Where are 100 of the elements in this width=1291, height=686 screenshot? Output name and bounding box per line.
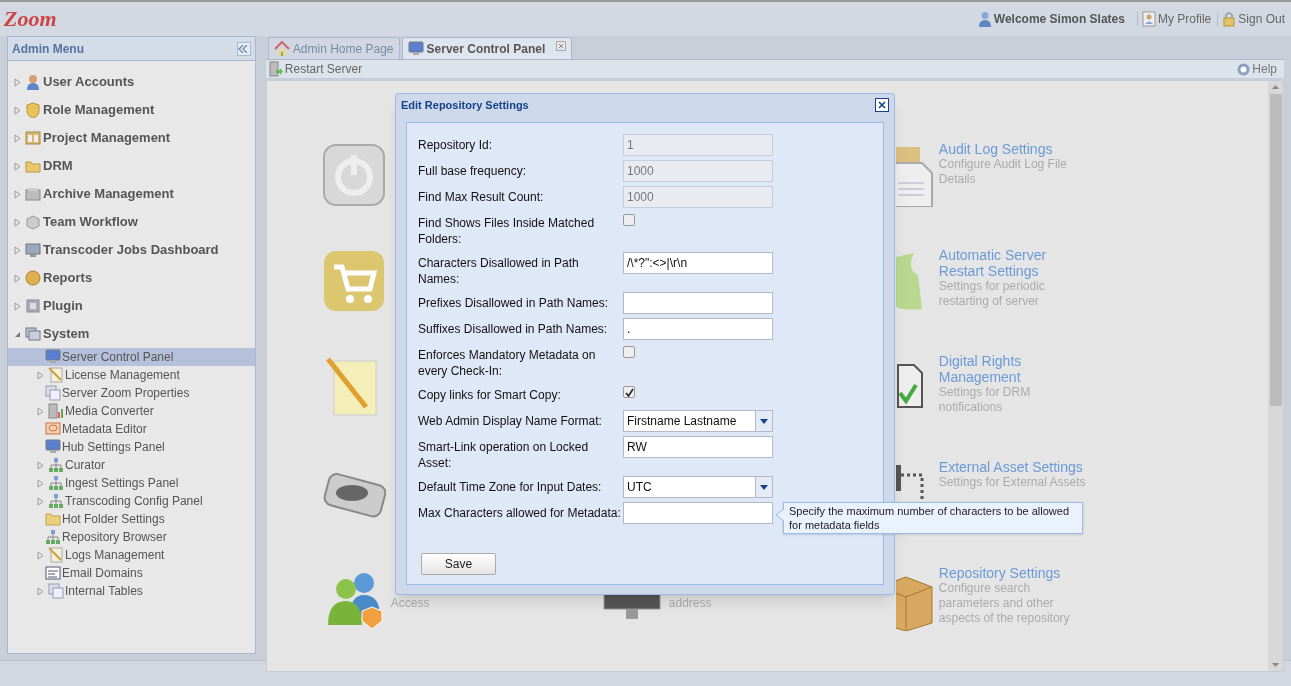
- collapse-button[interactable]: [236, 41, 251, 56]
- restart-button[interactable]: Restart Server: [268, 60, 363, 78]
- tree-label: DRM: [43, 157, 73, 176]
- tree-item[interactable]: Internal Tables: [8, 582, 255, 600]
- tree-item[interactable]: Server Zoom Properties: [8, 384, 255, 402]
- field-label: Max Characters allowed for Metadata:: [418, 505, 622, 522]
- tree-item[interactable]: Hub Settings Panel: [8, 438, 255, 456]
- tree-item[interactable]: Transcoding Config Panel: [8, 492, 255, 510]
- expand-arrow-icon: [13, 161, 22, 171]
- checkbox[interactable]: [623, 386, 635, 398]
- close-button[interactable]: [875, 98, 889, 112]
- scrollbar[interactable]: [1268, 81, 1283, 671]
- expand-arrow-icon: [36, 406, 45, 416]
- dropdown-arrow-icon: [760, 418, 768, 424]
- form-icon: [45, 565, 61, 581]
- tree-item[interactable]: Transcoder Jobs Dashboard: [8, 236, 255, 264]
- expand-arrow-icon: [13, 217, 22, 227]
- tooltip: Specify the maximum number of characters to be allowed for metadata fields: [783, 502, 1083, 534]
- cart-icon: [321, 249, 386, 313]
- tree-item[interactable]: Role Management: [8, 96, 255, 124]
- save-button[interactable]: Save: [421, 553, 496, 575]
- help-button[interactable]: Help: [1237, 60, 1277, 78]
- help-icon: [1237, 62, 1251, 76]
- scroll-down-icon: [1272, 663, 1279, 667]
- dropdown[interactable]: UTC: [623, 476, 773, 498]
- tree-item[interactable]: Ingest Settings Panel: [8, 474, 255, 492]
- tree-item[interactable]: Media Converter: [8, 402, 255, 420]
- tree-label: Archive Management: [43, 185, 174, 204]
- tree-label: Team Workflow: [43, 213, 138, 232]
- notepad-icon: [48, 547, 64, 563]
- input-field[interactable]: RW: [623, 436, 773, 458]
- expand-arrow-icon: [13, 77, 22, 87]
- user-icon: [25, 74, 41, 90]
- shield-icon: [25, 102, 41, 118]
- logo: Zoom: [4, 8, 57, 30]
- pages-icon: [48, 583, 64, 599]
- tree-item[interactable]: Logs Management: [8, 546, 255, 564]
- setting-description: Access: [390, 596, 430, 611]
- folder-icon: [45, 511, 61, 527]
- tree-item[interactable]: Team Workflow: [8, 208, 255, 236]
- monitor-icon: [25, 242, 41, 258]
- tree-item[interactable]: License Management: [8, 366, 255, 384]
- input-field[interactable]: [623, 292, 773, 314]
- setting-description: Configure search parameters and other aspects of the repository: [938, 581, 1070, 626]
- tree-item[interactable]: System: [8, 320, 255, 348]
- notepad-icon: [48, 367, 64, 383]
- tree-label: Transcoder Jobs Dashboard: [43, 241, 219, 260]
- dropdown[interactable]: Firstname Lastname: [623, 410, 773, 432]
- expand-arrow-icon: [13, 133, 22, 143]
- expand-arrow-icon: [36, 586, 45, 596]
- close-tab-button[interactable]: [556, 41, 567, 51]
- monitor-icon: [45, 349, 61, 365]
- checkbox[interactable]: [623, 214, 635, 226]
- tree-label: User Accounts: [43, 73, 135, 92]
- close-icon: [878, 101, 886, 109]
- input-field[interactable]: /\*?":<>|\r\n: [623, 252, 773, 274]
- tree-item[interactable]: User Accounts: [8, 68, 255, 96]
- input-field[interactable]: [623, 502, 773, 524]
- pages-icon: [45, 385, 61, 401]
- expand-arrow-icon: [13, 273, 22, 283]
- checkbox[interactable]: [623, 346, 635, 358]
- expand-arrow-icon: [13, 301, 22, 311]
- tree-label: Project Management: [43, 129, 171, 148]
- tree-item[interactable]: Repository Browser: [8, 528, 255, 546]
- expand-arrow-icon: [13, 189, 22, 199]
- tree-label: Plugin: [43, 297, 83, 316]
- user-icon: [977, 11, 992, 27]
- tree-icon: [48, 475, 64, 491]
- header-link[interactable]: My Profile: [1157, 10, 1212, 28]
- tree-item[interactable]: Curator: [8, 456, 255, 474]
- lock-icon: [1222, 11, 1237, 27]
- coin-icon: [25, 270, 41, 286]
- input-field[interactable]: .: [623, 318, 773, 340]
- field-label: Suffixes Disallowed in Path Names:: [418, 321, 609, 338]
- close-icon: [556, 41, 567, 51]
- tree-item[interactable]: Reports: [8, 264, 255, 292]
- monitor-icon: [407, 40, 424, 57]
- tree-item[interactable]: Archive Management: [8, 180, 255, 208]
- field-label: Smart-Link operation on Locked Asset:: [418, 439, 590, 472]
- tree-icon: [45, 529, 61, 545]
- monitors-icon: [25, 326, 41, 342]
- box-icon: [25, 186, 41, 202]
- expand-arrow-icon: [13, 245, 22, 255]
- tree-item[interactable]: Email Domains: [8, 564, 255, 582]
- tree-item[interactable]: Project Management: [8, 124, 255, 152]
- tab[interactable]: Server Control Panel: [401, 37, 573, 59]
- tree-label: Reports: [43, 269, 93, 288]
- field-label: Repository Id:: [418, 137, 494, 154]
- header-link[interactable]: Sign Out: [1238, 10, 1285, 28]
- tree-item[interactable]: Plugin: [8, 292, 255, 320]
- tree-item[interactable]: Server Control Panel: [8, 348, 255, 366]
- expand-arrow-icon: [36, 550, 45, 560]
- field-label: Default Time Zone for Input Dates:: [418, 479, 603, 496]
- tooltip-pointer-icon: [776, 509, 784, 521]
- field-label: Find Max Result Count:: [418, 189, 545, 206]
- tree-item[interactable]: DRM: [8, 152, 255, 180]
- scroll-up-icon: [1272, 85, 1279, 89]
- home-icon: [273, 40, 290, 57]
- tree-item[interactable]: Metadata Editor: [8, 420, 255, 438]
- tree-item[interactable]: Hot Folder Settings: [8, 510, 255, 528]
